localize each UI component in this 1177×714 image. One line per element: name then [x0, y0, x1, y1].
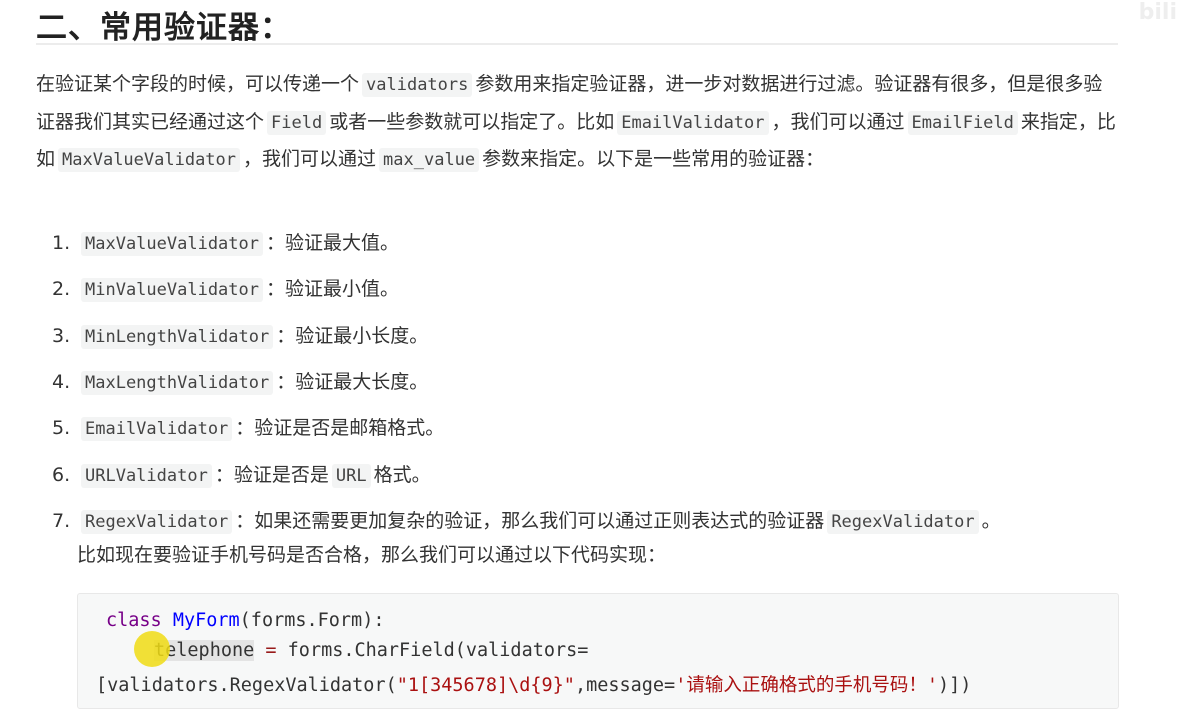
paragraph-text: ，我们可以通过: [243, 148, 377, 170]
validator-description: ：验证最大值。: [266, 232, 400, 254]
code-text: )]): [937, 675, 972, 696]
list-item: 2. MinValueValidator ：验证最小值。: [52, 274, 400, 302]
paragraph-text: 或者一些参数就可以指定了。比如: [329, 110, 615, 133]
list-item: 3. MinLengthValidator ：验证最小长度。: [52, 321, 429, 349]
code-text: [validators.RegexValidator(: [96, 675, 397, 696]
validator-description: ：验证是否是: [214, 464, 329, 486]
list-number: 2.: [52, 278, 71, 300]
inline-code: MaxValueValidator: [58, 148, 241, 172]
validator-name: URLValidator: [81, 464, 212, 488]
validator-description: 。: [981, 510, 1001, 532]
code-class-name: MyForm: [172, 610, 240, 631]
inline-code: max_value: [379, 148, 480, 172]
cursor-highlight: [134, 631, 170, 667]
validator-name: MinLengthValidator: [81, 325, 274, 349]
code-text: forms.CharField(validators=: [276, 640, 589, 661]
inline-code: URL: [331, 464, 371, 488]
validator-description: 格式。: [373, 464, 431, 486]
code-line-1: class MyForm(forms.Form):: [106, 610, 384, 631]
inline-code: Field: [267, 110, 327, 135]
validator-name: RegexValidator: [81, 510, 233, 534]
validator-name: MinValueValidator: [81, 278, 263, 302]
code-text: ,message=: [574, 675, 676, 696]
list-item: 7. RegexValidator ：如果还需要更加复杂的验证，那么我们可以通过正则…: [52, 506, 1001, 534]
code-line-2: telephone = forms.CharField(validators=: [154, 640, 588, 661]
list-number: 3.: [52, 325, 71, 347]
list-number: 5.: [52, 417, 71, 439]
paragraph-text: ，我们可以通过: [771, 110, 905, 133]
list-number: 4.: [52, 371, 71, 393]
validator-description: ：验证最小长度。: [276, 325, 429, 347]
list-item: 4. MaxLengthValidator ：验证最大长度。: [52, 367, 429, 395]
code-line-3: [validators.RegexValidator("1[345678]\d{…: [96, 671, 971, 697]
inline-code: validators: [362, 73, 473, 97]
validator-description: ：验证最大长度。: [276, 371, 429, 393]
inline-code: EmailValidator: [617, 110, 769, 135]
validator-description: ：验证是否是邮箱格式。: [235, 417, 445, 439]
list-number: 6.: [52, 464, 71, 486]
intro-paragraph: 在验证某个字段的时候，可以传递一个 validators 参数用来指定验证器，进一步…: [36, 66, 1121, 179]
code-keyword: class: [106, 610, 162, 631]
watermark-logo: bili: [1138, 0, 1177, 25]
list-item: 6. URLValidator ：验证是否是 URL 格式。: [52, 460, 431, 488]
inline-code: RegexValidator: [827, 510, 979, 534]
inline-code: EmailField: [907, 110, 1018, 135]
code-block: class MyForm(forms.Form): telephone = fo…: [77, 593, 1119, 709]
list-item: 1. MaxValueValidator ：验证最大值。: [52, 228, 400, 256]
code-string: '请输入正确格式的手机号码！': [675, 675, 938, 696]
validator-name: MaxValueValidator: [81, 232, 263, 256]
code-string: "1[345678]\d{9}": [396, 675, 575, 696]
code-text: (forms.Form):: [239, 610, 385, 631]
heading-divider: [36, 43, 1118, 45]
validator-name: EmailValidator: [81, 417, 233, 441]
section-heading: 二、常用验证器：: [36, 10, 292, 46]
paragraph-text: 在验证某个字段的时候，可以传递一个: [36, 73, 360, 95]
code-operator: =: [265, 640, 277, 661]
validator-description: ：如果还需要更加复杂的验证，那么我们可以通过正则表达式的验证器: [235, 510, 825, 532]
list-number: 7.: [52, 510, 71, 532]
paragraph-text: 参数来指定。以下是一些常用的验证器：: [482, 148, 825, 170]
validator-name: MaxLengthValidator: [81, 371, 274, 395]
list-item-7-continuation: 比如现在要验证手机号码是否合格，那么我们可以通过以下代码实现：: [77, 544, 667, 566]
list-number: 1.: [52, 232, 71, 254]
validator-description: ：验证最小值。: [266, 278, 400, 300]
list-item: 5. EmailValidator ：验证是否是邮箱格式。: [52, 413, 445, 441]
